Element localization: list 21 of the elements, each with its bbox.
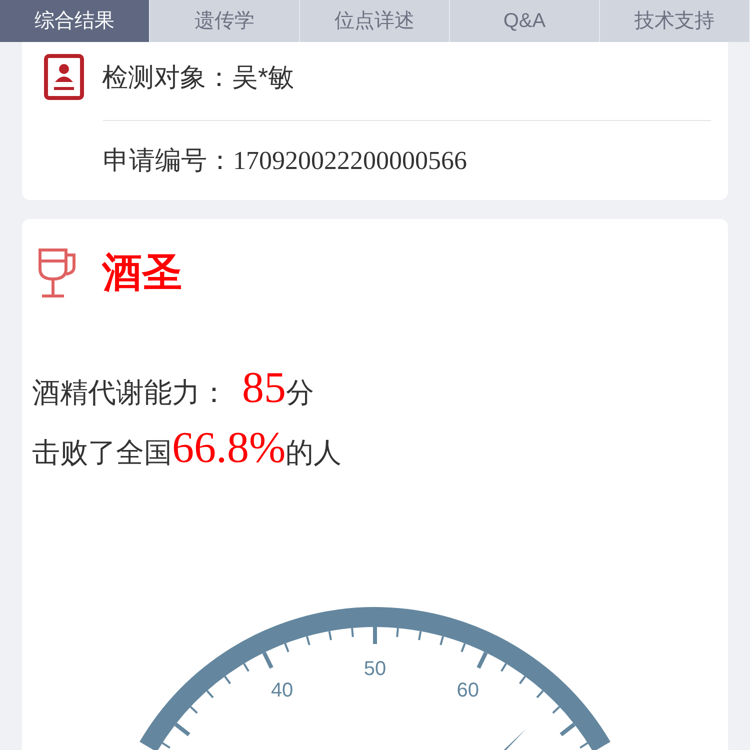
beat-percent: 66.8%	[172, 422, 286, 474]
tab[interactable]: 综合结果	[0, 0, 150, 42]
tab[interactable]: 位点详述	[300, 0, 450, 42]
id-card-icon	[44, 54, 84, 100]
gauge-label: 60	[456, 679, 480, 702]
tab[interactable]: Q&A	[450, 0, 600, 42]
result-title: 酒圣	[102, 250, 182, 297]
application-label: 申请编号：	[103, 144, 233, 176]
gauge-label: 50	[364, 658, 386, 680]
subject-label: 检测对象：	[102, 60, 232, 94]
beat-prefix: 击败了全国	[32, 436, 172, 470]
score-value: 85	[242, 362, 286, 414]
score-label: 酒精代谢能力：	[32, 376, 228, 410]
subject-name: 吴*敏	[232, 60, 294, 94]
tab[interactable]: 技术支持	[600, 0, 750, 42]
tab[interactable]: 遗传学	[150, 0, 300, 42]
score-unit: 分	[286, 376, 314, 410]
application-number: 170920022200000566	[233, 144, 467, 176]
beat-suffix: 的人	[286, 436, 342, 470]
wine-glass-icon	[36, 247, 78, 299]
gauge-label: 40	[270, 679, 294, 702]
